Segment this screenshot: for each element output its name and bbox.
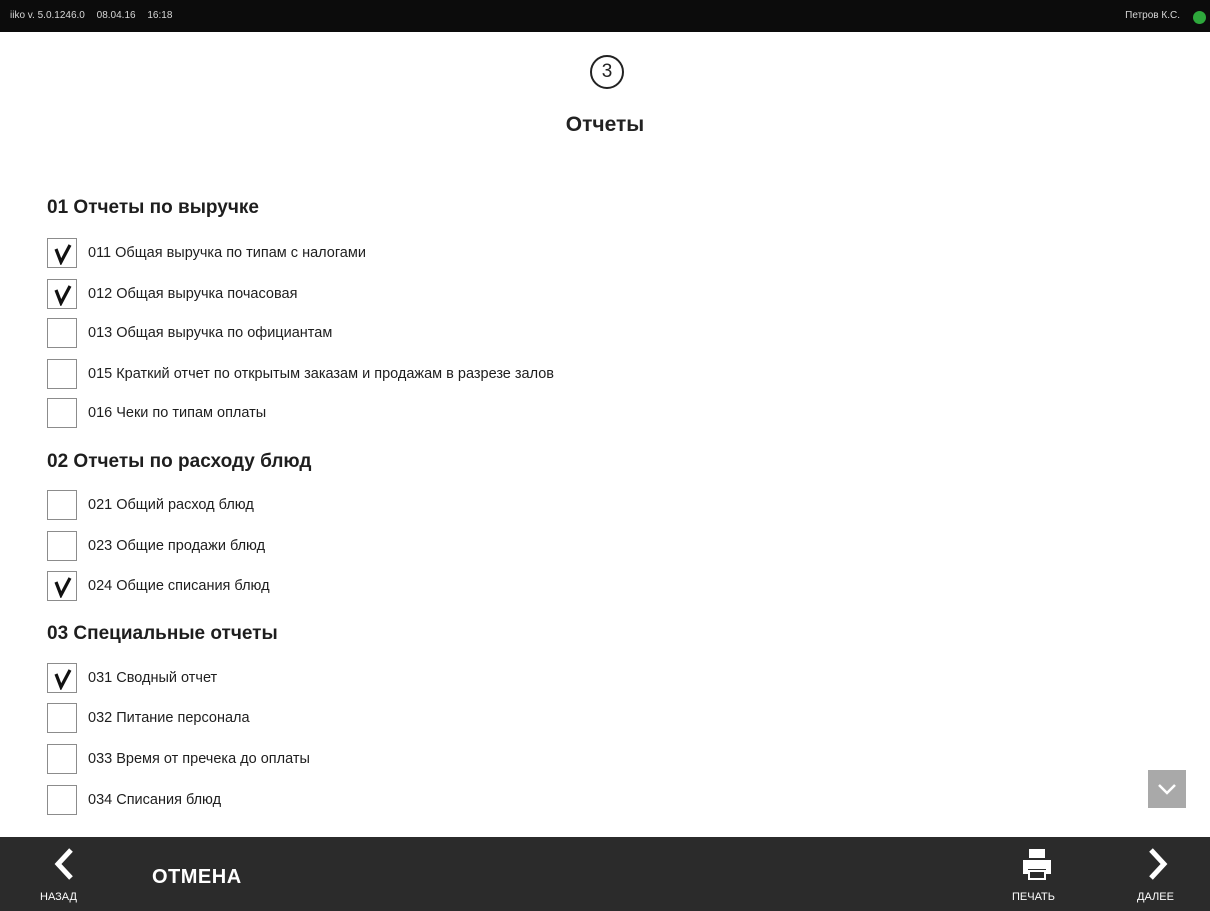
report-checkbox-item[interactable]: 013 Общая выручка по официантам: [47, 318, 747, 348]
checkbox-checked[interactable]: [47, 571, 77, 601]
report-checkbox-item[interactable]: 021 Общий расход блюд: [47, 490, 747, 520]
step-indicator: 3: [590, 55, 624, 89]
checkbox-checked[interactable]: [47, 663, 77, 693]
next-button[interactable]: ДАЛЕЕ: [1128, 837, 1192, 911]
report-label: 033 Время от пречека до оплаты: [88, 751, 310, 767]
top-status-bar: iiko v. 5.0.1246.0 08.04.16 16:18 Петров…: [0, 0, 1210, 32]
chevron-left-icon: [54, 848, 73, 880]
report-label: 015 Краткий отчет по открытым заказам и …: [88, 366, 555, 382]
scroll-down-button[interactable]: [1148, 770, 1186, 808]
check-mark-icon: [54, 285, 72, 306]
back-label: НАЗАД: [40, 891, 77, 903]
check-mark-icon: [54, 577, 72, 598]
report-label: 021 Общий расход блюд: [88, 497, 254, 513]
report-checkbox-item[interactable]: 011 Общая выручка по типам с налогами: [47, 238, 747, 268]
report-checkbox-item[interactable]: 012 Общая выручка почасовая: [47, 279, 747, 309]
report-label: 032 Питание персонала: [88, 710, 250, 726]
report-checkbox-item[interactable]: 024 Общие списания блюд: [47, 571, 747, 601]
report-label: 013 Общая выручка по официантам: [88, 325, 333, 341]
printer-icon: [1023, 849, 1051, 880]
report-checkbox-item[interactable]: 016 Чеки по типам оплаты: [47, 398, 747, 428]
checkbox-checked[interactable]: [47, 279, 77, 309]
group-title: 02 Отчеты по расходу блюд: [47, 451, 312, 472]
chevron-down-icon: [1158, 784, 1176, 795]
chevron-right-icon: [1149, 848, 1168, 880]
check-mark-icon: [54, 244, 72, 265]
print-label: ПЕЧАТЬ: [1012, 891, 1055, 903]
report-checkbox-item[interactable]: 015 Краткий отчет по открытым заказам и …: [47, 359, 747, 389]
app-version: iiko v. 5.0.1246.0: [10, 10, 85, 21]
report-label: 016 Чеки по типам оплаты: [88, 405, 267, 421]
checkbox[interactable]: [47, 744, 77, 774]
report-label: 024 Общие списания блюд: [88, 578, 270, 594]
next-label: ДАЛЕЕ: [1137, 891, 1174, 903]
group-title: 03 Специальные отчеты: [47, 623, 278, 644]
report-label: 034 Списания блюд: [88, 792, 222, 808]
checkbox[interactable]: [47, 318, 77, 348]
group-title: 01 Отчеты по выручке: [47, 197, 259, 218]
checkbox[interactable]: [47, 490, 77, 520]
report-checkbox-item[interactable]: 031 Сводный отчет: [47, 663, 747, 693]
checkbox[interactable]: [47, 531, 77, 561]
report-checkbox-item[interactable]: 032 Питание персонала: [47, 703, 747, 733]
report-checkbox-item[interactable]: 023 Общие продажи блюд: [47, 531, 747, 561]
current-user[interactable]: Петров К.С.: [1125, 10, 1180, 21]
bottom-nav-bar: НАЗАД ОТМЕНА ПЕЧАТЬ ДАЛЕЕ: [0, 837, 1210, 911]
status-time: 16:18: [147, 10, 173, 21]
report-label: 031 Сводный отчет: [88, 670, 218, 686]
checkbox-checked[interactable]: [47, 238, 77, 268]
checkbox[interactable]: [47, 398, 77, 428]
report-checkbox-item[interactable]: 034 Списания блюд: [47, 785, 747, 815]
check-mark-icon: [54, 669, 72, 690]
checkbox[interactable]: [47, 703, 77, 733]
print-button[interactable]: ПЕЧАТЬ: [1004, 837, 1074, 911]
report-label: 023 Общие продажи блюд: [88, 538, 266, 554]
report-checkbox-item[interactable]: 033 Время от пречека до оплаты: [47, 744, 747, 774]
report-label: 011 Общая выручка по типам с налогами: [88, 245, 366, 261]
status-date: 08.04.16: [96, 10, 136, 21]
checkbox[interactable]: [47, 359, 77, 389]
app-info: iiko v. 5.0.1246.0 08.04.16 16:18: [10, 10, 181, 21]
connection-status-indicator: [1193, 11, 1206, 24]
report-label: 012 Общая выручка почасовая: [88, 286, 298, 302]
cancel-button[interactable]: ОТМЕНА: [152, 866, 242, 889]
page-title: Отчеты: [565, 113, 645, 136]
back-button[interactable]: НАЗАД: [30, 837, 96, 911]
checkbox[interactable]: [47, 785, 77, 815]
